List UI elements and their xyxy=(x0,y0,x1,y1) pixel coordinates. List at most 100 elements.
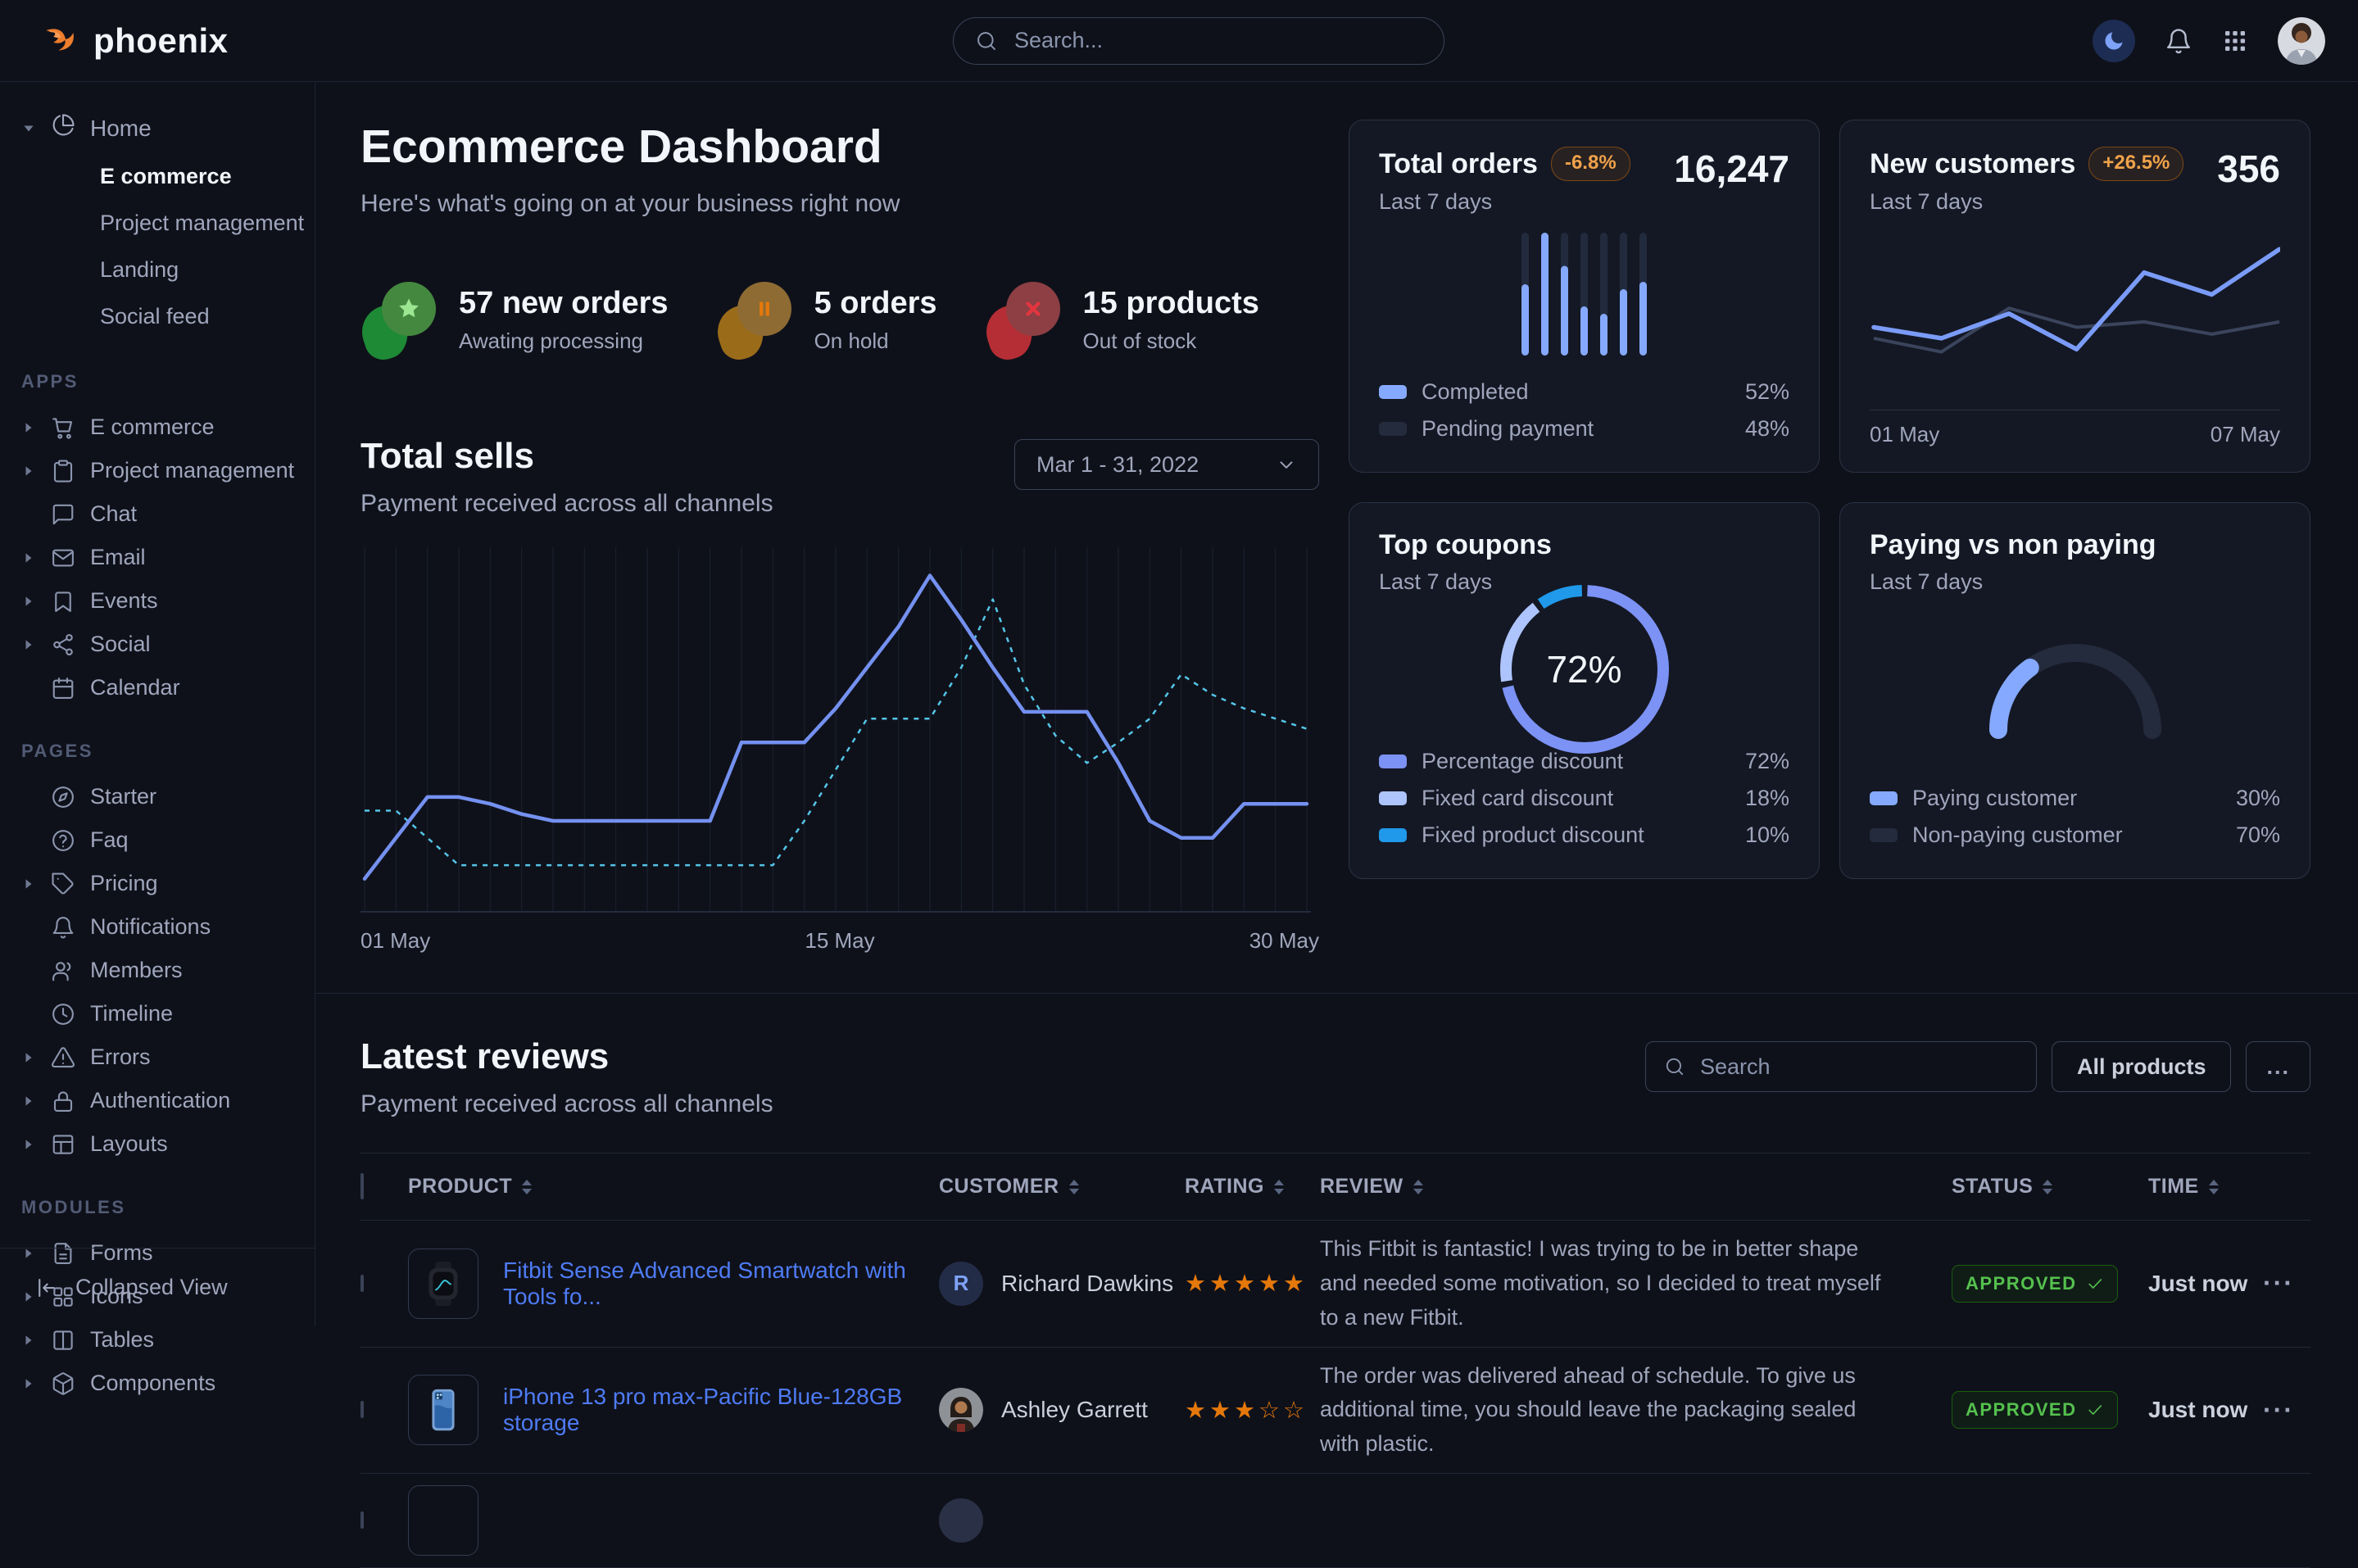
bookmark-icon xyxy=(51,589,75,614)
sidebar-item-label: Tables xyxy=(90,1327,154,1353)
sidebar-item-layouts[interactable]: Layouts xyxy=(0,1122,315,1166)
sidebar-item-starter[interactable]: Starter xyxy=(0,775,315,818)
x-tick-30may: 30 May xyxy=(1249,928,1319,954)
row-checkbox[interactable] xyxy=(361,1275,364,1292)
reviews-search[interactable] xyxy=(1645,1041,2037,1092)
column-header-time[interactable]: TIME xyxy=(2148,1175,2263,1199)
column-header-review[interactable]: REVIEW xyxy=(1320,1175,1952,1199)
x-tick-01may: 01 May xyxy=(361,928,430,954)
new-customers-value: 356 xyxy=(2217,147,2280,191)
date-range-value: Mar 1 - 31, 2022 xyxy=(1036,452,1199,478)
sidebar-item-label: Events xyxy=(90,588,158,614)
sidebar-item-faq[interactable]: Faq xyxy=(0,818,315,862)
layout-icon xyxy=(51,1132,75,1157)
column-label: STATUS xyxy=(1952,1175,2033,1199)
column-header-rating[interactable]: RATING xyxy=(1185,1175,1320,1199)
sidebar-item-social[interactable]: Social xyxy=(0,623,315,666)
sort-icon xyxy=(522,1180,532,1194)
pause-icon xyxy=(737,282,791,336)
sidebar-item-pricing[interactable]: Pricing xyxy=(0,862,315,905)
sidebar-subitem-project-management[interactable]: Project management xyxy=(0,200,315,247)
stat-out-of-stock: 15 productsOut of stock xyxy=(985,279,1259,360)
sidebar-subitem-landing[interactable]: Landing xyxy=(0,247,315,293)
column-header-product[interactable]: PRODUCT xyxy=(408,1175,939,1199)
row-actions-button[interactable]: ··· xyxy=(2263,1395,2310,1425)
sidebar-subitem-e-commerce[interactable]: E commerce xyxy=(0,153,315,200)
search-icon xyxy=(975,29,998,52)
x-icon xyxy=(1006,282,1060,336)
check-icon xyxy=(2086,1275,2104,1293)
caret-right-icon xyxy=(21,1138,36,1151)
row-actions-button[interactable]: ··· xyxy=(2263,1268,2310,1298)
sidebar-item-home[interactable]: Home xyxy=(0,103,315,153)
reviews-search-input[interactable] xyxy=(1698,1054,2018,1081)
users-icon xyxy=(51,958,75,983)
sidebar-item-components[interactable]: Components xyxy=(0,1362,315,1405)
nc-tick-start: 01 May xyxy=(1870,422,1939,447)
sidebar-item-label: Faq xyxy=(90,827,129,853)
apps-menu-button[interactable] xyxy=(2222,28,2248,54)
status-badge: APPROVED xyxy=(1952,1265,2118,1303)
rating-cell: ★★★★★ xyxy=(1185,1269,1320,1298)
sidebar-item-events[interactable]: Events xyxy=(0,579,315,623)
date-range-select[interactable]: Mar 1 - 31, 2022 xyxy=(1014,439,1319,490)
time-cell: Just now xyxy=(2148,1271,2263,1297)
time-cell: Just now xyxy=(2148,1397,2263,1423)
column-header-status[interactable]: STATUS xyxy=(1952,1175,2148,1199)
calendar-icon xyxy=(51,676,75,700)
row-checkbox-cell xyxy=(361,1276,408,1291)
sidebar-item-authentication[interactable]: Authentication xyxy=(0,1079,315,1122)
sidebar-item-email[interactable]: Email xyxy=(0,536,315,579)
search-input[interactable] xyxy=(1013,27,1422,54)
total-orders-value: 16,247 xyxy=(1674,147,1789,191)
top-coupons-title: Top coupons xyxy=(1379,529,1552,561)
product-link[interactable]: iPhone 13 pro max-Pacific Blue-128GB sto… xyxy=(503,1384,939,1436)
stat-on-hold: 5 ordersOn hold xyxy=(716,279,937,360)
brand-name: phoenix xyxy=(93,21,229,61)
sidebar-item-label: Authentication xyxy=(90,1088,230,1113)
sidebar-item-e-commerce[interactable]: E commerce xyxy=(0,406,315,449)
pie-chart-icon xyxy=(51,113,75,143)
sidebar-item-calendar[interactable]: Calendar xyxy=(0,666,315,709)
sidebar-subitem-social-feed[interactable]: Social feed xyxy=(0,293,315,340)
all-products-button[interactable]: All products xyxy=(2052,1041,2232,1092)
sidebar-item-timeline[interactable]: Timeline xyxy=(0,992,315,1036)
status-label: APPROVED xyxy=(1966,1399,2076,1421)
legend-swatch xyxy=(1379,385,1407,399)
new-customers-title: New customers xyxy=(1870,148,2075,180)
sidebar-section-apps: APPS xyxy=(0,340,315,406)
sidebar-item-label: Timeline xyxy=(90,1001,173,1026)
sidebar-item-errors[interactable]: Errors xyxy=(0,1036,315,1079)
orders-legend-item-pending-payment: Pending payment48% xyxy=(1379,410,1789,447)
notifications-button[interactable] xyxy=(2165,27,2192,55)
column-header-customer[interactable]: CUSTOMER xyxy=(939,1175,1185,1199)
nine-dots-icon xyxy=(2222,28,2248,54)
stat-value: 57 new orders xyxy=(459,286,669,321)
sort-icon xyxy=(2043,1180,2052,1194)
more-options-button[interactable]: ... xyxy=(2246,1041,2310,1092)
legend-swatch xyxy=(1379,422,1407,436)
user-avatar[interactable] xyxy=(2278,17,2325,65)
theme-toggle-button[interactable] xyxy=(2093,20,2135,62)
legend-value: 48% xyxy=(1745,416,1789,442)
select-all-checkbox[interactable] xyxy=(361,1173,364,1199)
sidebar-item-chat[interactable]: Chat xyxy=(0,492,315,536)
brand-logo[interactable]: phoenix xyxy=(43,21,229,61)
latest-reviews-section: Latest reviews Payment received across a… xyxy=(361,994,2310,1568)
stat-blob-icon xyxy=(361,279,439,360)
product-link[interactable]: Fitbit Sense Advanced Smartwatch with To… xyxy=(503,1258,939,1310)
review-cell: The order was delivered ahead of schedul… xyxy=(1320,1359,1952,1462)
sidebar-item-project-management[interactable]: Project management xyxy=(0,449,315,492)
paying-title: Paying vs non paying xyxy=(1870,529,2156,561)
row-checkbox[interactable] xyxy=(361,1401,364,1418)
sidebar-item-members[interactable]: Members xyxy=(0,949,315,992)
sidebar-item-label: Errors xyxy=(90,1045,151,1070)
caret-right-icon xyxy=(21,595,36,608)
collapse-sidebar-button[interactable]: Collapsed View xyxy=(0,1248,315,1326)
global-search[interactable] xyxy=(953,17,1444,65)
row-checkbox[interactable] xyxy=(361,1511,364,1529)
legend-label: Paying customer xyxy=(1912,786,2077,811)
chevron-down-icon xyxy=(1276,454,1297,475)
sidebar-item-notifications[interactable]: Notifications xyxy=(0,905,315,949)
total-sells-chart: 01 May 15 May 30 May xyxy=(361,547,1319,954)
